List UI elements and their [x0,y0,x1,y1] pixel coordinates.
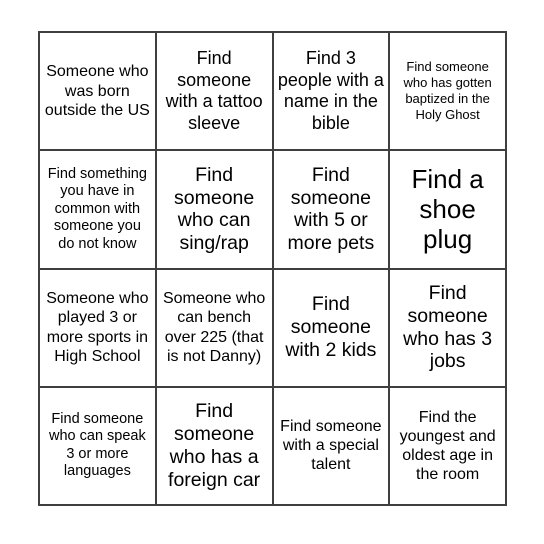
bingo-cell-r1-c2[interactable]: Find someone with a tattoo sleeve [156,33,274,152]
bingo-cell-r1-c3[interactable]: Find 3 people with a name in the bible [273,33,391,152]
bingo-cell-label: Find 3 people with a name in the bible [277,48,384,133]
bingo-cell-label: Find someone with 5 or more pets [287,163,375,255]
bingo-cell-label: Find the youngest and oldest age in the … [399,408,496,484]
bingo-cell-r2-c1[interactable]: Find something you have in common with s… [40,151,157,270]
bingo-cell-label: Find someone who has a foreign car [168,400,261,491]
bingo-cell-label: Find someone who can speak 3 or more lan… [49,410,146,480]
bingo-cell-r2-c2[interactable]: Find someone who can sing/rap [156,151,274,270]
bingo-cell-r1-c1[interactable]: Someone who was born outside the US [40,33,157,152]
bingo-cell-r4-c2[interactable]: Find someone who has a foreign car [156,387,274,506]
bingo-cell-label: Find someone with 2 kids [285,293,377,362]
bingo-cell-r1-c4[interactable]: Find someone who has gotten baptized in … [390,33,507,152]
bingo-cell-label: Someone who was born outside the US [44,63,150,119]
bingo-cell-label: Find someone with a special talent [280,418,382,474]
bingo-cell-r3-c3[interactable]: Find someone with 2 kids [273,269,391,388]
bingo-cell-r2-c4[interactable]: Find a shoe plug [390,151,507,270]
bingo-cell-r4-c3[interactable]: Find someone with a special talent [273,387,391,506]
bingo-cell-label: Find someone who has gotten baptized in … [403,59,492,122]
bingo-card-grid: Someone who was born outside the US Find … [38,31,507,506]
bingo-cell-label: Find a shoe plug [411,164,484,255]
bingo-cell-label: Find someone with a tattoo sleeve [165,48,263,133]
bingo-cell-r4-c1[interactable]: Find someone who can speak 3 or more lan… [40,387,157,506]
bingo-cell-label: Someone who played 3 or more sports in H… [46,290,149,365]
bingo-cell-r4-c4[interactable]: Find the youngest and oldest age in the … [390,387,507,506]
bingo-cell-label: Find someone who has 3 jobs [403,282,493,373]
bingo-cell-r2-c3[interactable]: Find someone with 5 or more pets [273,151,391,270]
bingo-cell-r3-c1[interactable]: Someone who played 3 or more sports in H… [40,269,157,388]
bingo-cell-r3-c2[interactable]: Someone who can bench over 225 (that is … [156,269,274,388]
bingo-cell-label: Find someone who can sing/rap [174,163,255,255]
bingo-cell-label: Someone who can bench over 225 (that is … [162,290,266,365]
bingo-cell-label: Find something you have in common with s… [47,165,147,252]
bingo-cell-r3-c4[interactable]: Find someone who has 3 jobs [390,269,507,388]
